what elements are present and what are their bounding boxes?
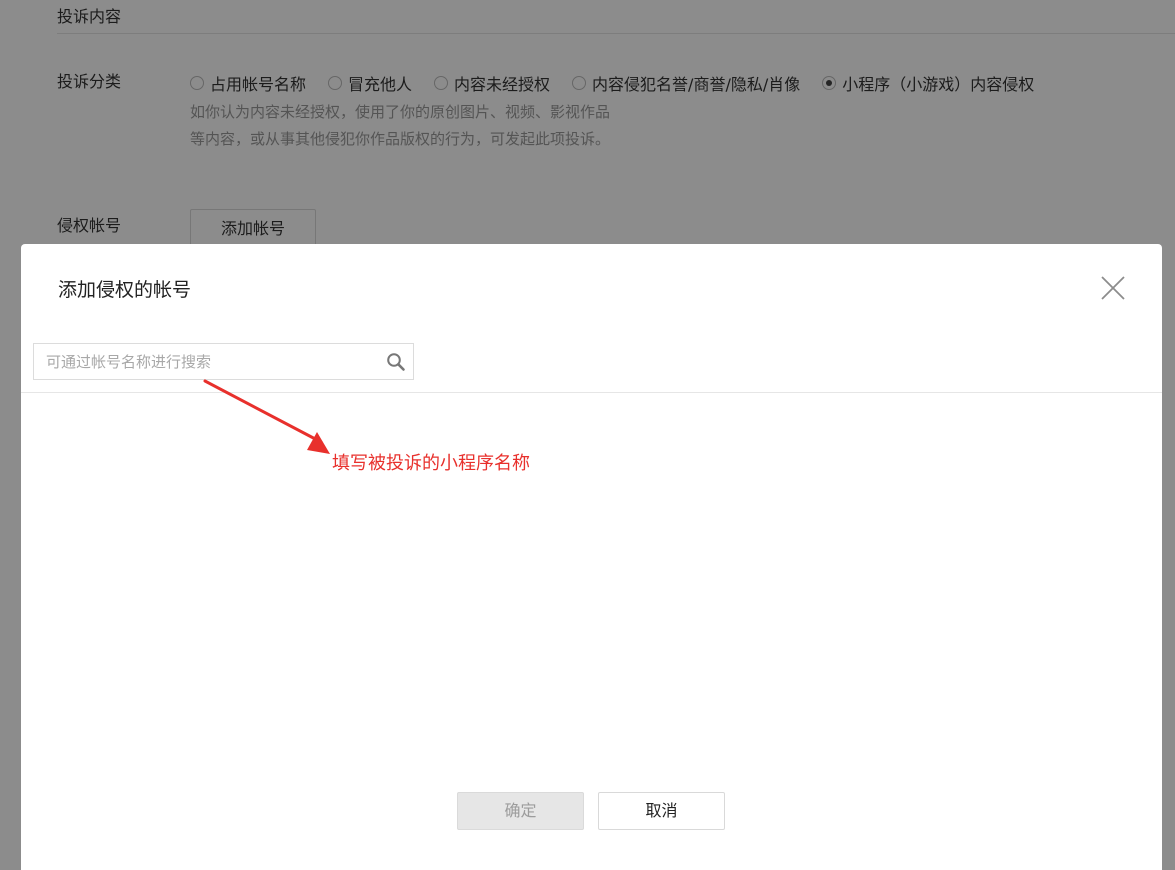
search-box [33, 343, 414, 380]
arrow-icon [203, 379, 330, 454]
close-icon[interactable] [1099, 274, 1127, 302]
search-icon[interactable] [386, 352, 406, 372]
dialog-divider [21, 392, 1162, 393]
confirm-button[interactable]: 确定 [457, 792, 584, 830]
search-input[interactable] [34, 344, 374, 379]
add-account-dialog: 添加侵权的帐号 填写被投诉的小程序名称 确定 取消 [21, 244, 1162, 870]
annotation-text: 填写被投诉的小程序名称 [332, 453, 530, 474]
dialog-title: 添加侵权的帐号 [58, 279, 192, 301]
cancel-button[interactable]: 取消 [598, 792, 725, 830]
